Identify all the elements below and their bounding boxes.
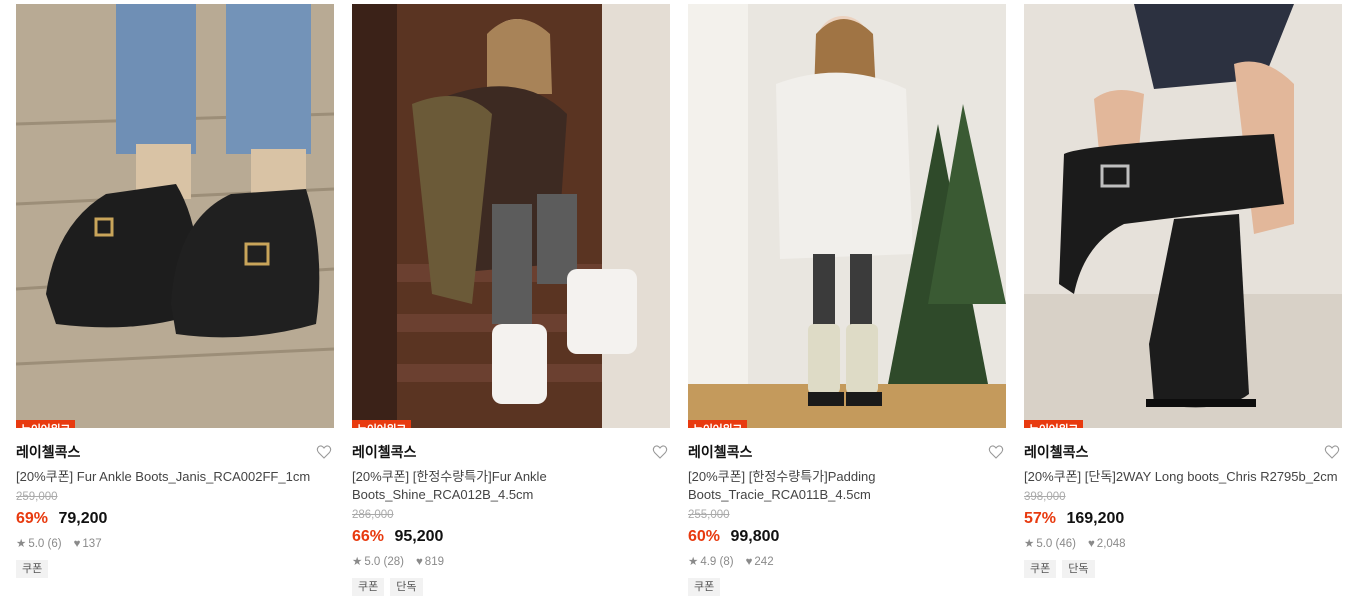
product-title[interactable]: [20%쿠폰] [한정수량특가]Fur Ankle Boots_Shine_RC… bbox=[352, 468, 670, 504]
like-count: 2,048 bbox=[1096, 538, 1126, 550]
brand-name[interactable]: 레이첼콕스 bbox=[352, 442, 670, 462]
product-image[interactable]: 뉴이어위크 bbox=[688, 4, 1006, 428]
product-grid: 뉴이어위크 레이첼콕스 [20%쿠폰] Fur Ankle Boots_Jani… bbox=[0, 0, 1345, 601]
brand-name[interactable]: 레이첼콕스 bbox=[1024, 442, 1342, 462]
star-icon: ★ bbox=[16, 538, 27, 550]
sale-price: 79,200 bbox=[58, 510, 108, 527]
exclusive-badge: 단독 bbox=[1062, 560, 1095, 578]
exclusive-badge: 단독 bbox=[390, 578, 423, 596]
rating-value: 5.0 bbox=[28, 538, 45, 550]
rating-value: 4.9 bbox=[700, 556, 717, 568]
product-card[interactable]: 뉴이어위크 레이첼콕스 [20%쿠폰] [단독]2WAY Long boots_… bbox=[1024, 4, 1342, 578]
original-price: 259,000 bbox=[16, 491, 58, 503]
like-count: 819 bbox=[424, 556, 444, 568]
coupon-badge: 쿠폰 bbox=[352, 578, 385, 596]
wishlist-heart-icon[interactable] bbox=[1324, 444, 1340, 460]
review-count: (28) bbox=[383, 556, 404, 568]
promo-tag: 뉴이어위크 bbox=[16, 420, 76, 428]
star-icon: ★ bbox=[688, 556, 699, 568]
product-card[interactable]: 뉴이어위크 레이첼콕스 [20%쿠폰] [한정수량특가]Padding Boot… bbox=[688, 4, 1006, 596]
discount-rate: 57% bbox=[1024, 510, 1057, 527]
like-heart-icon: ♥ bbox=[73, 538, 81, 550]
rating-value: 5.0 bbox=[364, 556, 381, 568]
coupon-badge: 쿠폰 bbox=[1024, 560, 1057, 578]
review-count: (6) bbox=[47, 538, 62, 550]
product-card[interactable]: 뉴이어위크 레이첼콕스 [20%쿠폰] Fur Ankle Boots_Jani… bbox=[16, 4, 334, 578]
like-count: 242 bbox=[754, 556, 774, 568]
coupon-badge: 쿠폰 bbox=[16, 560, 49, 578]
discount-rate: 69% bbox=[16, 510, 49, 527]
discount-rate: 66% bbox=[352, 528, 385, 545]
like-heart-icon: ♥ bbox=[1087, 538, 1095, 550]
promo-tag: 뉴이어위크 bbox=[688, 420, 748, 428]
original-price: 398,000 bbox=[1024, 491, 1066, 503]
model-photo-icon bbox=[352, 4, 670, 428]
original-price: 255,000 bbox=[688, 509, 730, 521]
sale-price: 169,200 bbox=[1066, 510, 1125, 527]
wishlist-heart-icon[interactable] bbox=[316, 444, 332, 460]
like-heart-icon: ♥ bbox=[745, 556, 753, 568]
review-count: (46) bbox=[1055, 538, 1076, 550]
model-photo-icon bbox=[688, 4, 1006, 428]
brand-name[interactable]: 레이첼콕스 bbox=[16, 442, 334, 462]
promo-tag: 뉴이어위크 bbox=[1024, 420, 1084, 428]
sale-price: 95,200 bbox=[394, 528, 444, 545]
promo-tag: 뉴이어위크 bbox=[352, 420, 412, 428]
coupon-badge: 쿠폰 bbox=[688, 578, 721, 596]
boots-photo-icon bbox=[16, 4, 334, 428]
product-image[interactable]: 뉴이어위크 bbox=[16, 4, 334, 428]
like-heart-icon: ♥ bbox=[415, 556, 423, 568]
original-price: 286,000 bbox=[352, 509, 394, 521]
product-title[interactable]: [20%쿠폰] [한정수량특가]Padding Boots_Tracie_RCA… bbox=[688, 468, 1006, 504]
brand-name[interactable]: 레이첼콕스 bbox=[688, 442, 1006, 462]
product-card[interactable]: 뉴이어위크 레이첼콕스 [20%쿠폰] [한정수량특가]Fur Ankle Bo… bbox=[352, 4, 670, 596]
star-icon: ★ bbox=[352, 556, 363, 568]
discount-rate: 60% bbox=[688, 528, 721, 545]
product-title[interactable]: [20%쿠폰] [단독]2WAY Long boots_Chris R2795b… bbox=[1024, 468, 1342, 486]
like-count: 137 bbox=[82, 538, 102, 550]
review-count: (8) bbox=[719, 556, 734, 568]
wishlist-heart-icon[interactable] bbox=[988, 444, 1004, 460]
rating-value: 5.0 bbox=[1036, 538, 1053, 550]
product-title[interactable]: [20%쿠폰] Fur Ankle Boots_Janis_RCA002FF_1… bbox=[16, 468, 334, 486]
sale-price: 99,800 bbox=[730, 528, 780, 545]
product-image[interactable]: 뉴이어위크 bbox=[1024, 4, 1342, 428]
star-icon: ★ bbox=[1024, 538, 1035, 550]
product-image[interactable]: 뉴이어위크 bbox=[352, 4, 670, 428]
wishlist-heart-icon[interactable] bbox=[652, 444, 668, 460]
boots-photo-icon bbox=[1024, 4, 1342, 428]
